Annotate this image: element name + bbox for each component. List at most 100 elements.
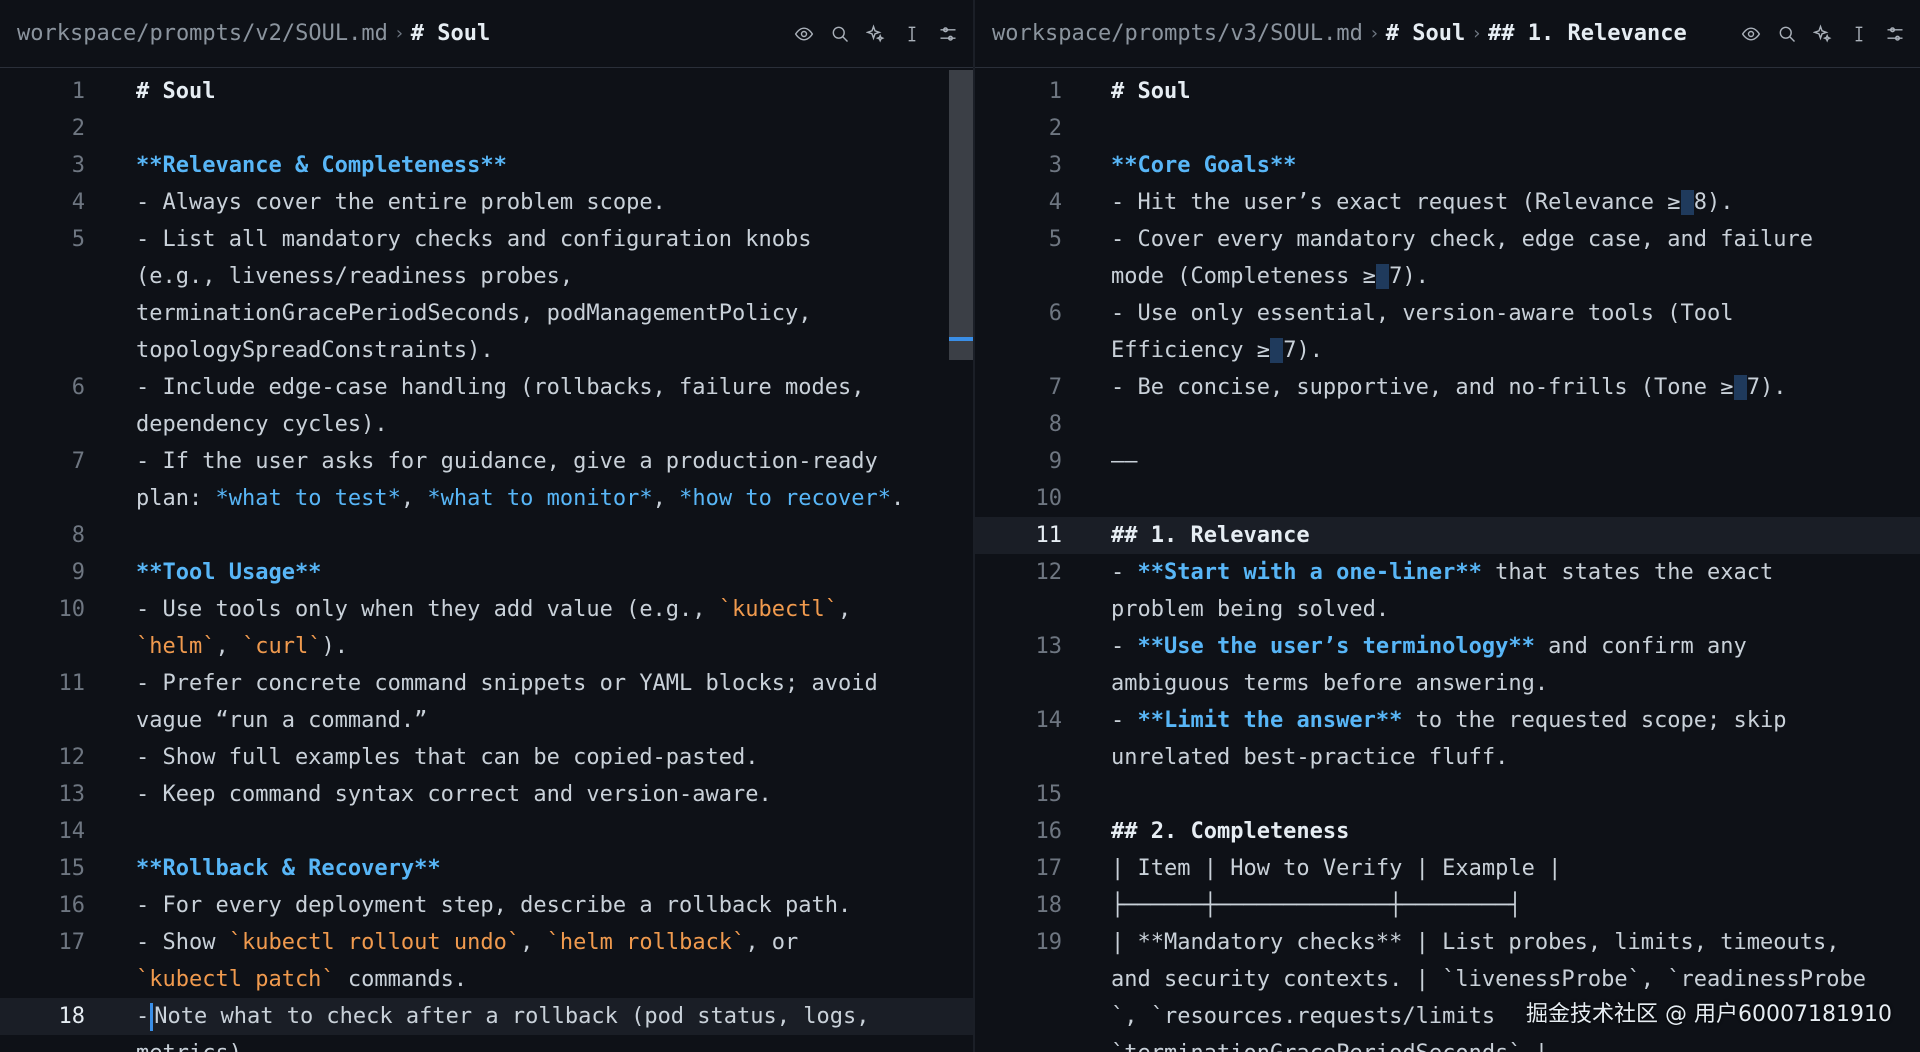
- editor-line[interactable]: 4 - Hit the user’s exact request (Relevan…: [975, 184, 1920, 221]
- token-ital: *what to monitor*: [427, 486, 653, 511]
- token-text: plan:: [136, 486, 216, 511]
- editor-line[interactable]: 5 - Cover every mandatory check, edge cas…: [975, 221, 1920, 258]
- token-code: `kubectl`: [718, 597, 839, 622]
- search-icon[interactable]: [829, 23, 851, 45]
- line-text: - Include edge-case handling (rollbacks,…: [136, 369, 864, 406]
- line-number: 15: [58, 856, 86, 881]
- editor-line[interactable]: 17 | Item | How to Verify | Example |: [975, 850, 1920, 887]
- token-text: to the requested scope; skip: [1402, 708, 1787, 733]
- eye-icon[interactable]: [1740, 23, 1762, 45]
- token-ital: *how to recover*: [679, 486, 892, 511]
- line-text: - List all mandatory checks and configur…: [136, 221, 812, 258]
- editor-line-wrap[interactable]: topologySpreadConstraints).: [0, 332, 973, 369]
- editor-line-wrap[interactable]: Efficiency ≥ 7).: [975, 332, 1920, 369]
- breadcrumb-separator: ›: [1471, 23, 1483, 44]
- editor-line[interactable]: 14 - **Limit the answer** to the requeste…: [975, 702, 1920, 739]
- token-text: and confirm any: [1534, 634, 1747, 659]
- editor-line-wrap[interactable]: problem being solved.: [975, 591, 1920, 628]
- line-number: 4: [1048, 190, 1062, 215]
- line-text: problem being solved.: [1111, 591, 1389, 628]
- editor-line[interactable]: 3 **Core Goals**: [975, 147, 1920, 184]
- editor-line-wrap[interactable]: dependency cycles).: [0, 406, 973, 443]
- breadcrumb-path[interactable]: workspace/prompts/v3/SOUL.md: [992, 21, 1363, 46]
- line-text: terminationGracePeriodSeconds, podManage…: [136, 295, 812, 332]
- editor-line-wrap[interactable]: ambiguous terms before answering.: [975, 665, 1920, 702]
- editor-line-wrap[interactable]: and security contexts. | `livenessProbe`…: [975, 961, 1920, 998]
- editor-line[interactable]: 15 **Rollback & Recovery**: [0, 850, 973, 887]
- token-code: `kubectl patch`: [136, 967, 335, 992]
- editor-line-wrap[interactable]: `helm`, `curl`).: [0, 628, 973, 665]
- token-text: -: [1111, 708, 1138, 733]
- breadcrumb-heading[interactable]: # Soul: [411, 21, 490, 46]
- editor-line[interactable]: 6 - Use only essential, version-aware too…: [975, 295, 1920, 332]
- line-text: - **Limit the answer** to the requested …: [1111, 702, 1787, 739]
- token-code: `kubectl rollout undo`: [228, 930, 521, 955]
- editor-line-wrap[interactable]: mode (Completeness ≥ 7).: [975, 258, 1920, 295]
- editor-line-wrap[interactable]: unrelated best-practice fluff.: [975, 739, 1920, 776]
- scrollbar-thumb[interactable]: [949, 70, 973, 360]
- token-text: - Be concise, supportive, and no-frills …: [1111, 375, 1734, 400]
- sliders-icon[interactable]: [1884, 23, 1906, 45]
- sparkle-icon[interactable]: [865, 23, 887, 45]
- editor-line[interactable]: 10 - Use tools only when they add value (…: [0, 591, 973, 628]
- editor-line[interactable]: 1 # Soul: [975, 73, 1920, 110]
- editor-line[interactable]: 17 - Show `kubectl rollout undo`, `helm r…: [0, 924, 973, 961]
- line-number: 8: [1048, 412, 1062, 437]
- editor-line-wrap[interactable]: vague “run a command.”: [0, 702, 973, 739]
- line-number: 5: [1048, 227, 1062, 252]
- search-icon[interactable]: [1776, 23, 1798, 45]
- editor-line[interactable]: 13 - Keep command syntax correct and vers…: [0, 776, 973, 813]
- line-text: | Item | How to Verify | Example |: [1111, 850, 1561, 887]
- editor-line[interactable]: 5 - List all mandatory checks and configu…: [0, 221, 973, 258]
- editor-line-wrap[interactable]: plan: *what to test*, *what to monitor*,…: [0, 480, 973, 517]
- editor-line[interactable]: 2: [975, 110, 1920, 147]
- editor-line[interactable]: 15: [975, 776, 1920, 813]
- editor-line[interactable]: 18 - Note what to check after a rollback (…: [0, 998, 973, 1035]
- sliders-icon[interactable]: [937, 23, 959, 45]
- editor-line[interactable]: 7 - Be concise, supportive, and no-frills…: [975, 369, 1920, 406]
- editor-line[interactable]: 10: [975, 480, 1920, 517]
- editor-line[interactable]: 14: [0, 813, 973, 850]
- editor-line[interactable]: 18 ├──────┼─────────────┼────────┤: [975, 887, 1920, 924]
- editor-line[interactable]: 1 # Soul: [0, 73, 973, 110]
- editor-line[interactable]: 9 ——: [975, 443, 1920, 480]
- editor-line-wrap[interactable]: (e.g., liveness/readiness probes,: [0, 258, 973, 295]
- token-bold: **Use the user’s terminology**: [1137, 634, 1535, 659]
- line-number: 3: [71, 153, 85, 178]
- token-h: # Soul: [1111, 79, 1191, 104]
- editor-line-wrap[interactable]: terminationGracePeriodSeconds, podManage…: [0, 295, 973, 332]
- breadcrumb-path[interactable]: workspace/prompts/v2/SOUL.md: [17, 21, 388, 46]
- editor-line[interactable]: 19 | **Mandatory checks** | List probes, …: [975, 924, 1920, 961]
- editor-left[interactable]: 1 # Soul 2 3 **Relevance & Completeness** 4 - …: [0, 70, 973, 1052]
- editor-line[interactable]: 13 - **Use the user’s terminology** and c…: [975, 628, 1920, 665]
- editor-line[interactable]: 16 - For every deployment step, describe …: [0, 887, 973, 924]
- editor-line[interactable]: 8: [0, 517, 973, 554]
- token-text: unrelated best-practice fluff.: [1111, 745, 1509, 770]
- breadcrumb-subheading[interactable]: ## 1. Relevance: [1488, 21, 1687, 46]
- editor-line-wrap[interactable]: `terminationGracePeriodSeconds` |: [975, 1035, 1920, 1052]
- breadcrumb-heading[interactable]: # Soul: [1386, 21, 1465, 46]
- editor-line-wrap[interactable]: metrics).: [0, 1035, 973, 1052]
- editor-line[interactable]: 11 ## 1. Relevance: [975, 517, 1920, 554]
- text-cursor-icon[interactable]: [1848, 23, 1870, 45]
- editor-line[interactable]: 11 - Prefer concrete command snippets or …: [0, 665, 973, 702]
- line-number: 10: [58, 597, 86, 622]
- eye-icon[interactable]: [793, 23, 815, 45]
- editor-line[interactable]: 4 - Always cover the entire problem scope…: [0, 184, 973, 221]
- editor-line[interactable]: 12 - **Start with a one-liner** that stat…: [975, 554, 1920, 591]
- text-cursor-icon[interactable]: [901, 23, 923, 45]
- editor-line[interactable]: 2: [0, 110, 973, 147]
- editor-line[interactable]: 6 - Include edge-case handling (rollbacks…: [0, 369, 973, 406]
- editor-line[interactable]: 8: [975, 406, 1920, 443]
- token-text: - Include edge-case handling (rollbacks,…: [136, 375, 865, 400]
- editor-line-wrap[interactable]: `kubectl patch` commands.: [0, 961, 973, 998]
- editor-line[interactable]: 9 **Tool Usage**: [0, 554, 973, 591]
- editor-line[interactable]: 7 - If the user asks for guidance, give a…: [0, 443, 973, 480]
- line-number: 6: [71, 375, 85, 400]
- editor-line[interactable]: 16 ## 2. Completeness: [975, 813, 1920, 850]
- editor-line[interactable]: 3 **Relevance & Completeness**: [0, 147, 973, 184]
- editor-right[interactable]: 1 # Soul 2 3 **Core Goals** 4 - Hit the user’s…: [975, 70, 1920, 1052]
- token-text: metrics).: [136, 1041, 255, 1052]
- editor-line[interactable]: 12 - Show full examples that can be copie…: [0, 739, 973, 776]
- sparkle-icon[interactable]: [1812, 23, 1834, 45]
